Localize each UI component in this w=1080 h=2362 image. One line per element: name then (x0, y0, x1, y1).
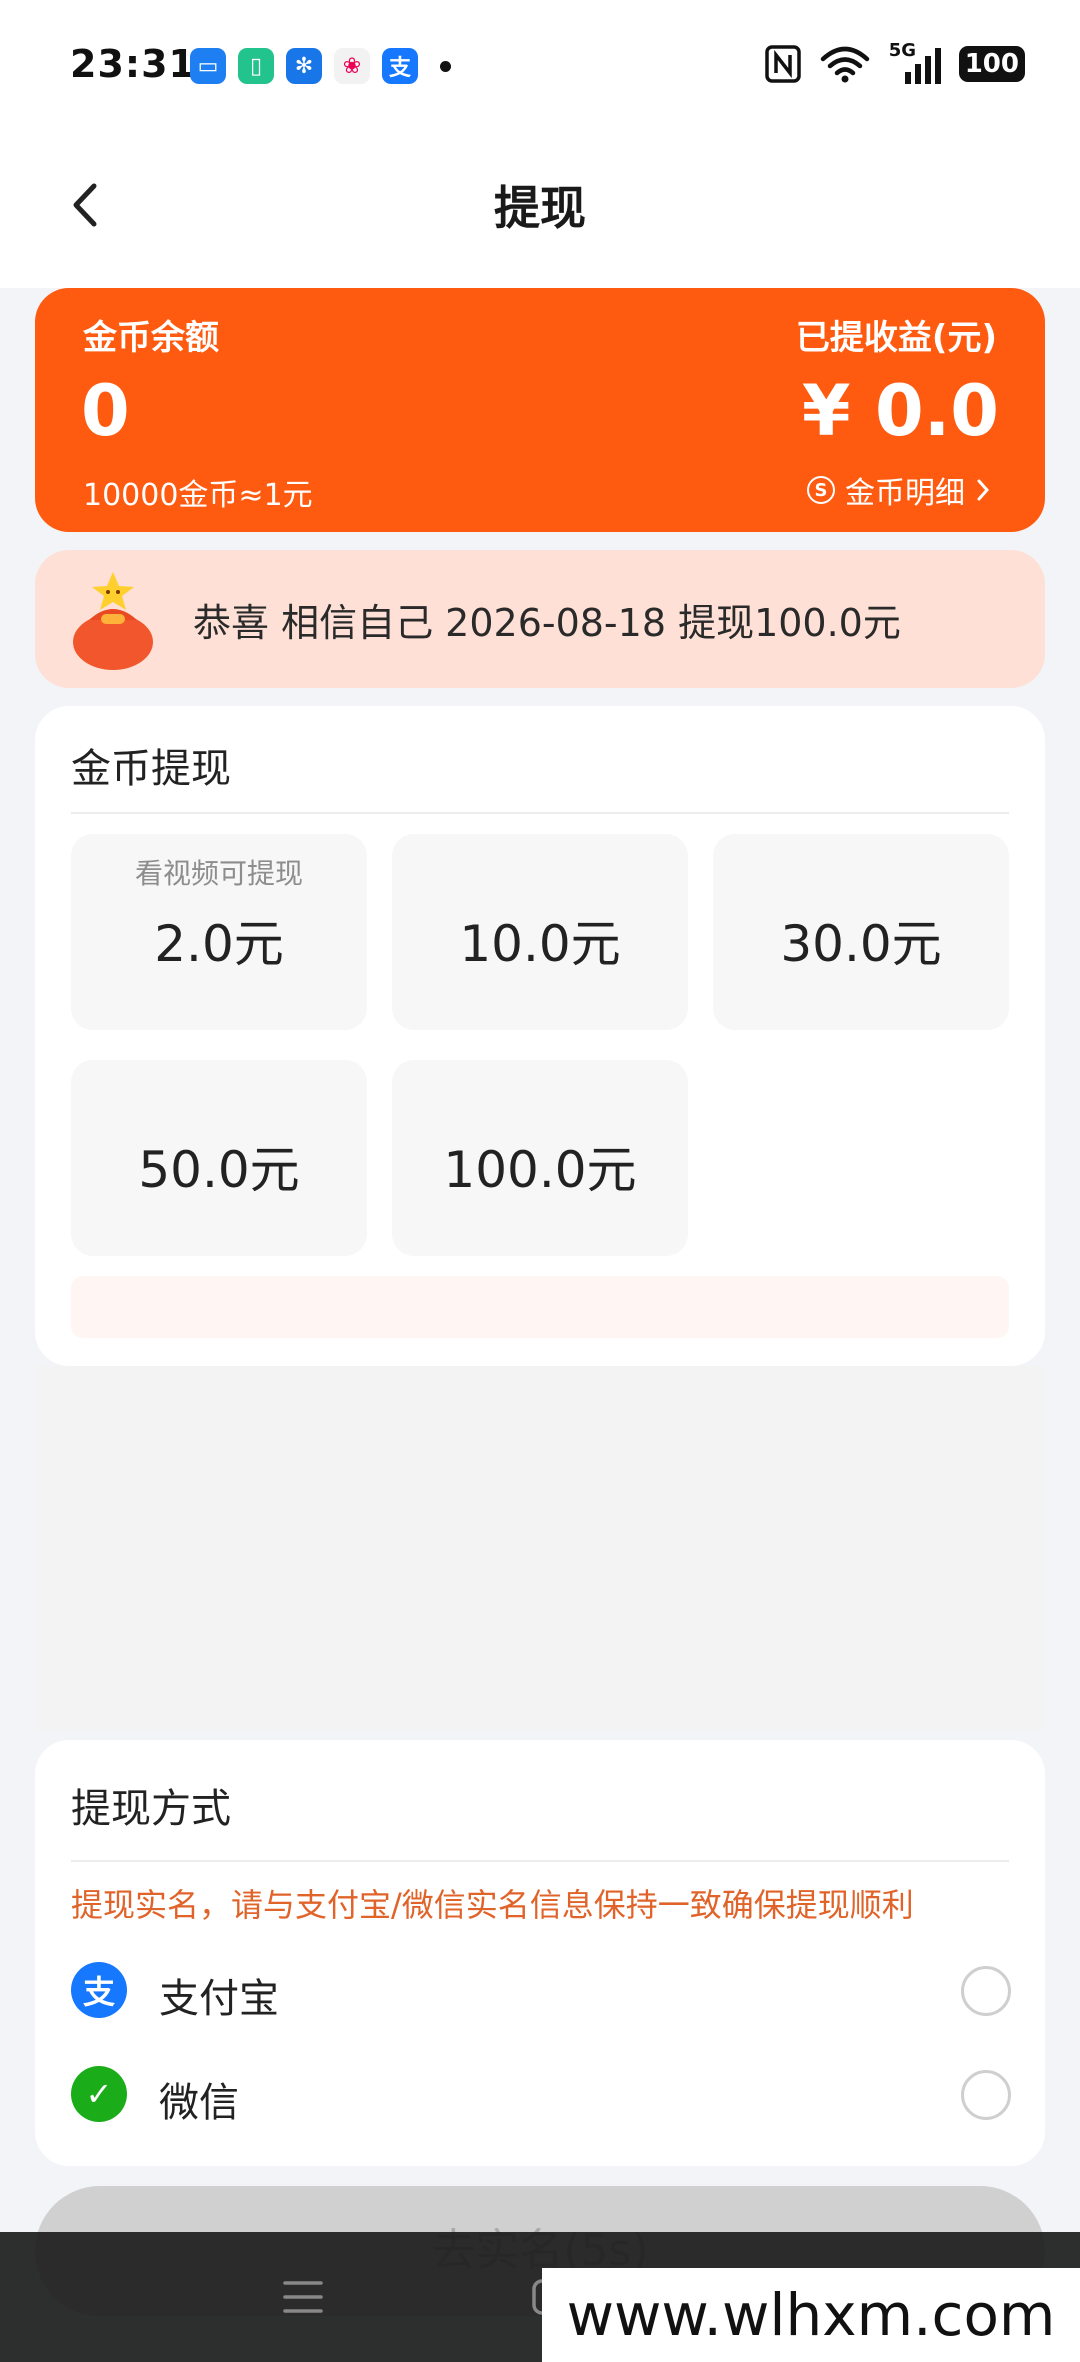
withdraw-method-title: 提现方式 (71, 1786, 231, 1832)
nfc-icon (764, 45, 801, 83)
method-wechat[interactable]: ✓ 微信 (71, 2054, 1011, 2134)
ad-placeholder (35, 1366, 1045, 1730)
more-notifications-dot (440, 60, 451, 72)
withdrawn-earnings-value: ¥ 0.0 (801, 370, 999, 452)
status-bar: 23:31 ▭ ▯ ✻ ❀ 支 5G 100 (0, 0, 1080, 130)
wifi-icon (820, 46, 869, 83)
status-time: 23:31 (70, 42, 196, 86)
photos-app-icon: ❀ (334, 48, 370, 84)
method-alipay[interactable]: 支 支付宝 (71, 1950, 1011, 2030)
alipay-radio[interactable] (961, 1966, 1011, 2016)
wechat-icon: ✓ (71, 2066, 127, 2122)
coin-withdraw-title: 金币提现 (71, 746, 231, 792)
announcement-text: 恭喜 相信自己 2026-08-18 提现100.0元 (193, 601, 901, 645)
withdraw-screen: 23:31 ▭ ▯ ✻ ❀ 支 5G 100 提现 金币余额 已提收益(元) 0… (0, 0, 1080, 2362)
withdraw-method-card: 提现方式 提现实名，请与支付宝/微信实名信息保持一致确保提现顺利 支 支付宝 ✓… (35, 1740, 1045, 2166)
chevron-right-icon (977, 479, 990, 501)
status-indicators: 5G 100 (764, 40, 1025, 84)
amount-option-2[interactable]: 看视频可提现 2.0元 (71, 834, 367, 1030)
withdrawn-earnings-label: 已提收益(元) (795, 318, 997, 358)
coin-balance-label: 金币余额 (83, 318, 219, 358)
pinwheel-app-icon: ✻ (286, 48, 322, 84)
page-header: 提现 (0, 130, 1080, 288)
lucky-bag-icon (73, 572, 153, 670)
menu-icon (283, 2281, 323, 2313)
amount-option-30[interactable]: 30.0元 (713, 834, 1009, 1030)
balance-card: 金币余额 已提收益(元) 0 ¥ 0.0 10000金币≈1元 S 金币明细 (35, 288, 1045, 532)
amount-option-10[interactable]: 10.0元 (392, 834, 688, 1030)
amount-option-50[interactable]: 50.0元 (71, 1060, 367, 1256)
withdraw-notice-strip (71, 1276, 1009, 1338)
amount-option-100[interactable]: 100.0元 (392, 1060, 688, 1256)
coin-icon: S (807, 476, 835, 504)
alipay-app-icon: 支 (382, 48, 418, 84)
method-label: 微信 (159, 2080, 239, 2126)
message-app-icon: ▭ (190, 48, 226, 84)
section-divider (71, 1860, 1009, 1862)
section-divider (71, 812, 1009, 814)
coin-detail-link[interactable]: S 金币明细 (807, 468, 991, 512)
withdraw-announcement: 恭喜 相信自己 2026-08-18 提现100.0元 (35, 550, 1045, 688)
amount-option-label: 50.0元 (138, 1141, 300, 1199)
coin-balance-value: 0 (81, 370, 130, 452)
amount-option-label: 10.0元 (459, 915, 621, 973)
phone-clone-icon: ▯ (238, 48, 274, 84)
network-type: 5G (888, 40, 917, 61)
wechat-radio[interactable] (961, 2070, 1011, 2120)
amount-option-label: 2.0元 (154, 915, 284, 973)
status-app-icons: ▭ ▯ ✻ ❀ 支 (190, 48, 451, 84)
exchange-rate-text: 10000金币≈1元 (83, 478, 313, 513)
page-title: 提现 (494, 181, 586, 235)
real-name-warning: 提现实名，请与支付宝/微信实名信息保持一致确保提现顺利 (71, 1886, 914, 1924)
amount-option-label: 100.0元 (443, 1141, 637, 1199)
alipay-icon: 支 (71, 1962, 127, 2018)
amount-option-hint: 看视频可提现 (134, 857, 303, 890)
amount-option-label: 30.0元 (780, 915, 942, 973)
site-watermark: www.wlhxm.com (542, 2268, 1080, 2362)
menu-nav-button[interactable] (268, 2262, 338, 2332)
coin-detail-label: 金币明细 (845, 476, 965, 511)
battery-icon: 100 (958, 46, 1025, 82)
signal-icon: 5G (889, 40, 941, 84)
coin-withdraw-card: 金币提现 看视频可提现 2.0元 10.0元 30.0元 50.0元 100.0… (35, 706, 1045, 1366)
method-label: 支付宝 (159, 1976, 279, 2022)
